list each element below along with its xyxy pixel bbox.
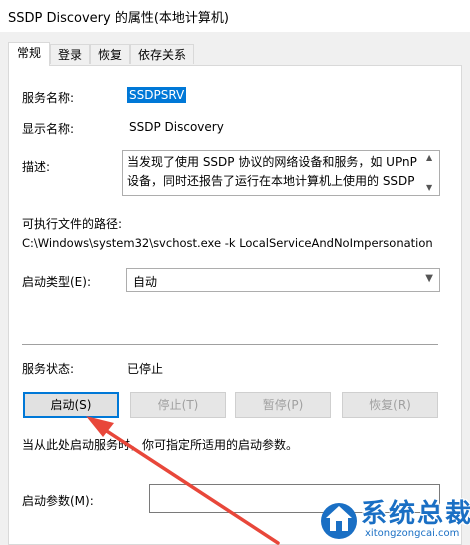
service-name-label: 服务名称: xyxy=(22,91,75,105)
general-panel xyxy=(8,65,462,545)
description-line-2: 设备，同时还报告了运行在本地计算机上使用的 SSDP xyxy=(127,174,415,188)
window-title: SSDP Discovery 的属性(本地计算机) xyxy=(8,11,229,26)
pause-button[interactable]: 暂停(P) xyxy=(235,392,331,418)
description-scrollbar[interactable]: ▲ ▼ xyxy=(423,151,439,195)
watermark: 系统总裁 xitongzongcai.com xyxy=(317,497,470,543)
title-bar: SSDP Discovery 的属性(本地计算机) xyxy=(0,0,470,32)
start-button[interactable]: 启动(S) xyxy=(23,392,119,418)
display-name-value[interactable]: SSDP Discovery xyxy=(129,120,224,134)
divider xyxy=(22,344,438,345)
description-label: 描述: xyxy=(22,160,51,174)
startup-type-select[interactable]: 自动 ▼ xyxy=(126,268,440,292)
startup-type-value: 自动 xyxy=(133,275,158,289)
tab-dependencies[interactable]: 依存关系 xyxy=(130,44,194,64)
scroll-down-icon[interactable]: ▼ xyxy=(426,183,432,193)
service-name-value[interactable]: SSDPSRV xyxy=(127,87,187,103)
display-name-label: 显示名称: xyxy=(22,122,75,136)
chevron-down-icon: ▼ xyxy=(425,273,433,284)
service-status-value: 已停止 xyxy=(127,362,164,376)
stop-button[interactable]: 停止(T) xyxy=(130,392,226,418)
exe-path-label: 可执行文件的路径: xyxy=(22,217,123,231)
description-text: 当发现了使用 SSDP 协议的网络设备和服务，如 UPnP 设备，同时还报告了运… xyxy=(127,153,417,191)
hint-text: 当从此处启动服务时，你可指定所适用的启动参数。 xyxy=(22,438,299,452)
description-box[interactable]: 当发现了使用 SSDP 协议的网络设备和服务，如 UPnP 设备，同时还报告了运… xyxy=(122,150,440,196)
tab-general[interactable]: 常规 xyxy=(8,42,50,66)
service-name-selected-text[interactable]: SSDPSRV xyxy=(127,87,187,103)
start-params-label: 启动参数(M): xyxy=(22,494,94,508)
scroll-up-icon[interactable]: ▲ xyxy=(426,153,432,163)
watermark-title: 系统总裁 xyxy=(361,499,470,529)
tab-recovery[interactable]: 恢复 xyxy=(90,44,130,64)
tab-logon[interactable]: 登录 xyxy=(50,44,90,64)
description-line-1: 当发现了使用 SSDP 协议的网络设备和服务，如 UPnP xyxy=(127,155,417,169)
startup-type-label: 启动类型(E): xyxy=(22,275,91,289)
resume-button[interactable]: 恢复(R) xyxy=(342,392,438,418)
house-logo-icon xyxy=(321,503,357,539)
exe-path-value: C:\Windows\system32\svchost.exe -k Local… xyxy=(22,236,433,250)
watermark-url: xitongzongcai.com xyxy=(365,528,460,539)
service-status-label: 服务状态: xyxy=(22,362,75,376)
